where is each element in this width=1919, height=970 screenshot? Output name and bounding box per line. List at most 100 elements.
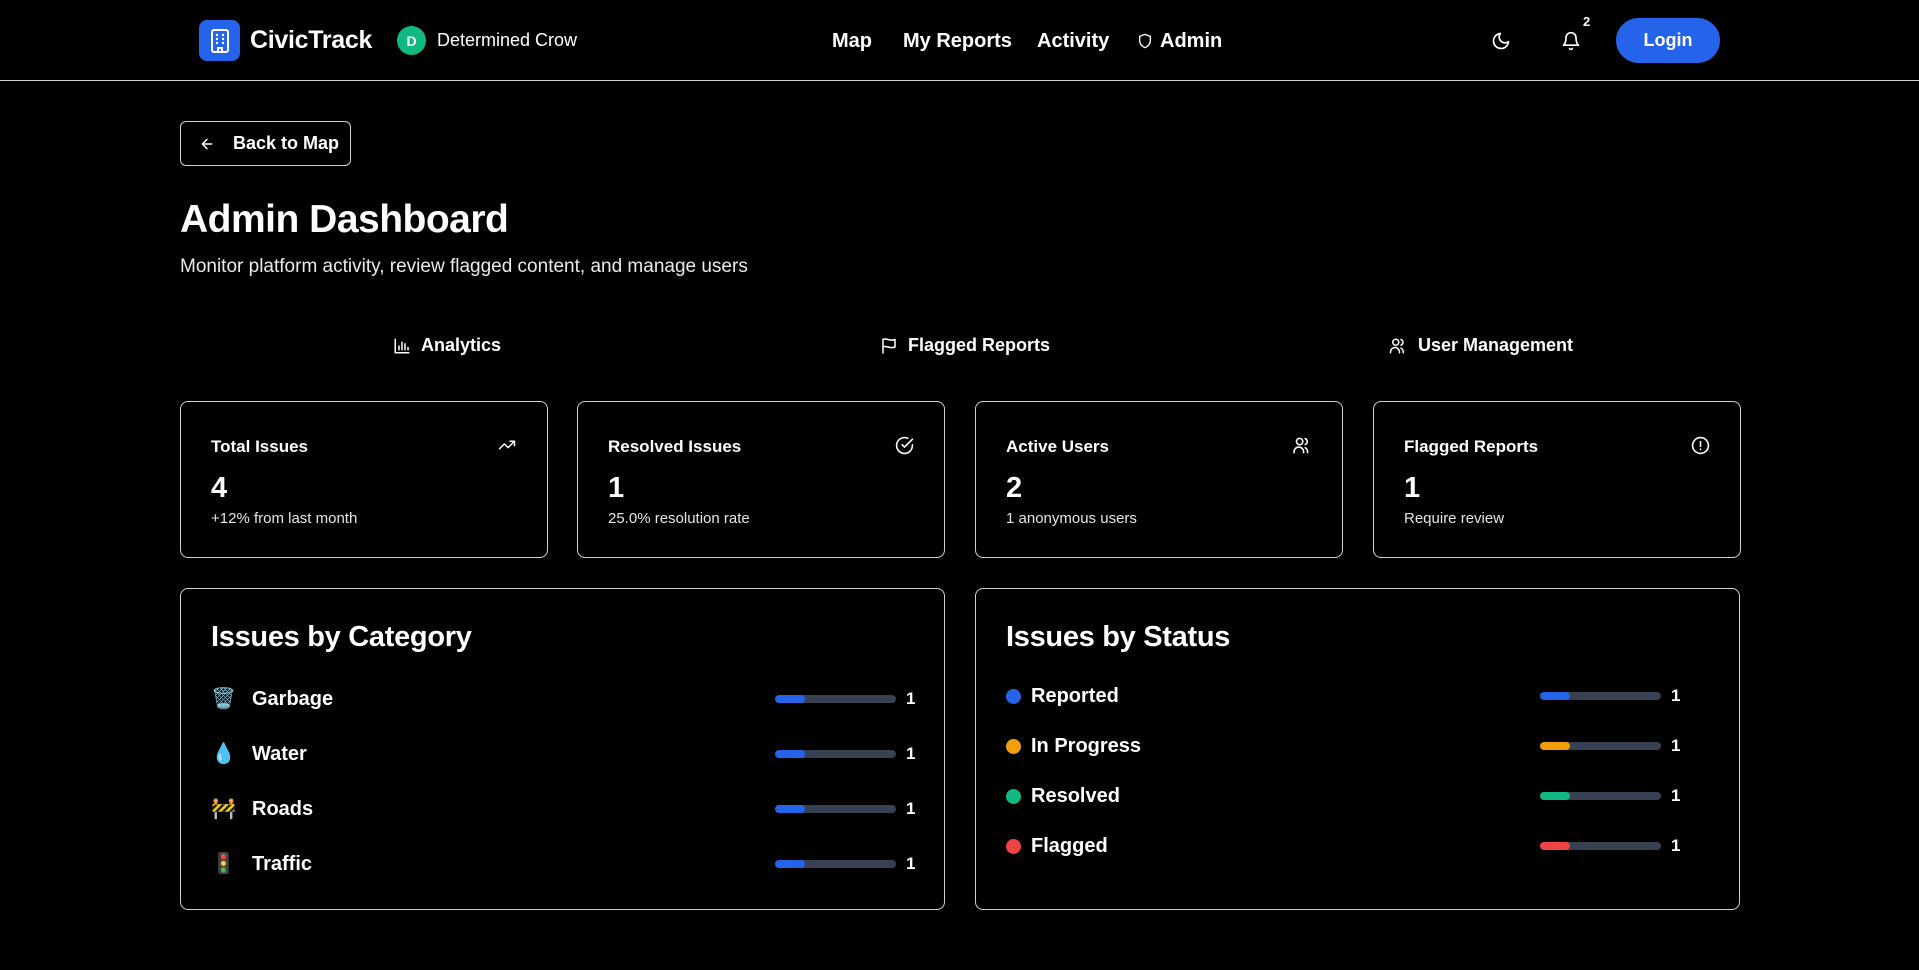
- status-label: Reported: [1031, 685, 1119, 707]
- stat-label: Active Users: [1006, 437, 1110, 456]
- category-label: Water: [252, 743, 307, 765]
- nav-admin[interactable]: Admin: [1137, 30, 1222, 53]
- panel-title: Issues by Status: [1006, 621, 1231, 653]
- stat-label: Resolved Issues: [608, 437, 742, 456]
- user-name: Determined Crow: [437, 30, 578, 50]
- stat-card-total-issues: Total Issues 4 +12% from last month: [180, 401, 548, 558]
- flag-icon: [882, 338, 896, 354]
- brand-name: CivicTrack: [250, 26, 373, 54]
- stat-value: 2: [1006, 472, 1023, 504]
- status-count: 1: [1671, 786, 1681, 805]
- category-bar-fill: [775, 750, 806, 758]
- status-row: In Progress 1: [1006, 731, 1706, 761]
- category-count: 1: [906, 744, 916, 763]
- stat-value: 4: [211, 472, 228, 504]
- status-bar: [1540, 742, 1661, 750]
- tab-flagged-reports-label: Flagged Reports: [908, 335, 1051, 355]
- stat-card-flagged-reports: Flagged Reports 1 Require review: [1373, 401, 1741, 558]
- stat-card-resolved-issues: Resolved Issues 1 25.0% resolution rate: [577, 401, 945, 558]
- category-count: 1: [906, 689, 916, 708]
- category-bar: [775, 860, 896, 868]
- stat-note: 1 anonymous users: [1006, 510, 1137, 527]
- bell-icon: [1562, 31, 1580, 51]
- tab-flagged-reports[interactable]: Flagged Reports: [880, 335, 1050, 356]
- notifications-button[interactable]: [1558, 28, 1584, 54]
- category-row: 🗑️ Garbage 1: [211, 684, 915, 714]
- category-emoji-icon: 💧: [211, 743, 236, 765]
- category-emoji-icon: 🚧: [211, 798, 236, 820]
- notification-count-badge: 2: [1583, 14, 1591, 29]
- category-count: 1: [906, 854, 916, 873]
- status-row: Flagged 1: [1006, 831, 1706, 861]
- moon-icon: [1492, 32, 1510, 50]
- category-row: 💧 Water 1: [211, 739, 915, 769]
- nav-my-reports[interactable]: My Reports: [903, 30, 1012, 53]
- status-dot-icon: [1006, 689, 1021, 704]
- bar-chart-icon: [394, 338, 410, 353]
- category-label: Roads: [252, 798, 314, 820]
- theme-toggle-button[interactable]: [1488, 28, 1514, 54]
- stat-note: +12% from last month: [211, 510, 358, 527]
- nav-map[interactable]: Map: [832, 30, 872, 53]
- category-label: Traffic: [252, 853, 313, 875]
- check-circle-icon: [895, 436, 914, 455]
- stat-value: 1: [608, 472, 625, 504]
- status-label: In Progress: [1031, 735, 1142, 757]
- stat-card-active-users: Active Users 2 1 anonymous users: [975, 401, 1343, 558]
- issues-by-status-panel: Issues by Status Reported 1 In Progress 1 Re…: [975, 588, 1740, 910]
- building-icon: [199, 20, 240, 61]
- category-emoji-icon: 🗑️: [211, 688, 236, 710]
- status-label: Resolved: [1031, 785, 1120, 807]
- stat-label: Total Issues: [211, 437, 308, 456]
- category-emoji-icon: 🚦: [211, 853, 236, 875]
- issues-by-category-panel: Issues by Category 🗑️ Garbage 1 💧 Water 1 🚧 Roa…: [180, 588, 945, 910]
- status-count: 1: [1671, 686, 1681, 705]
- status-count: 1: [1671, 736, 1681, 755]
- stat-note: 25.0% resolution rate: [608, 510, 750, 527]
- stat-label: Flagged Reports: [1404, 437, 1539, 456]
- status-dot-icon: [1006, 839, 1021, 854]
- tab-user-management[interactable]: User Management: [1388, 335, 1573, 356]
- users-icon: [1389, 338, 1405, 353]
- status-bar-fill: [1540, 742, 1571, 750]
- status-bar: [1540, 792, 1661, 800]
- category-bar: [775, 805, 896, 813]
- user-chip[interactable]: D Determined Crow: [397, 26, 577, 55]
- category-count: 1: [906, 799, 916, 818]
- shield-icon: [1139, 33, 1151, 49]
- tab-analytics[interactable]: Analytics: [393, 335, 501, 356]
- arrow-left-icon: [201, 138, 213, 149]
- status-bar-fill: [1540, 692, 1571, 700]
- category-bar-fill: [775, 805, 806, 813]
- category-row: 🚧 Roads 1: [211, 794, 915, 824]
- tab-analytics-label: Analytics: [421, 335, 502, 355]
- brand[interactable]: CivicTrack: [199, 20, 372, 61]
- status-bar: [1540, 842, 1661, 850]
- top-navbar: CivicTrack D Determined Crow Map My Repo…: [0, 0, 1919, 81]
- category-bar: [775, 695, 896, 703]
- category-bar-fill: [775, 860, 806, 868]
- tab-user-management-label: User Management: [1418, 335, 1574, 355]
- status-bar-fill: [1540, 792, 1571, 800]
- category-bar-fill: [775, 695, 806, 703]
- alert-circle-icon: [1691, 436, 1710, 455]
- page-subtitle: Monitor platform activity, review flagge…: [180, 256, 748, 277]
- nav-admin-label: Admin: [1160, 29, 1223, 52]
- stat-value: 1: [1404, 472, 1421, 504]
- status-bar-fill: [1540, 842, 1571, 850]
- status-label: Flagged: [1031, 835, 1108, 857]
- status-dot-icon: [1006, 739, 1021, 754]
- status-count: 1: [1671, 836, 1681, 855]
- category-bar: [775, 750, 896, 758]
- category-label: Garbage: [252, 688, 334, 710]
- login-button[interactable]: Login: [1616, 18, 1720, 63]
- avatar: D: [397, 26, 426, 55]
- status-row: Reported 1: [1006, 681, 1706, 711]
- back-to-map-button[interactable]: Back to Map: [180, 121, 351, 166]
- page-title: Admin Dashboard: [180, 198, 509, 241]
- status-bar: [1540, 692, 1661, 700]
- back-to-map-label: Back to Map: [233, 133, 340, 153]
- status-row: Resolved 1: [1006, 781, 1706, 811]
- nav-activity[interactable]: Activity: [1037, 30, 1109, 53]
- trending-up-icon: [498, 440, 516, 450]
